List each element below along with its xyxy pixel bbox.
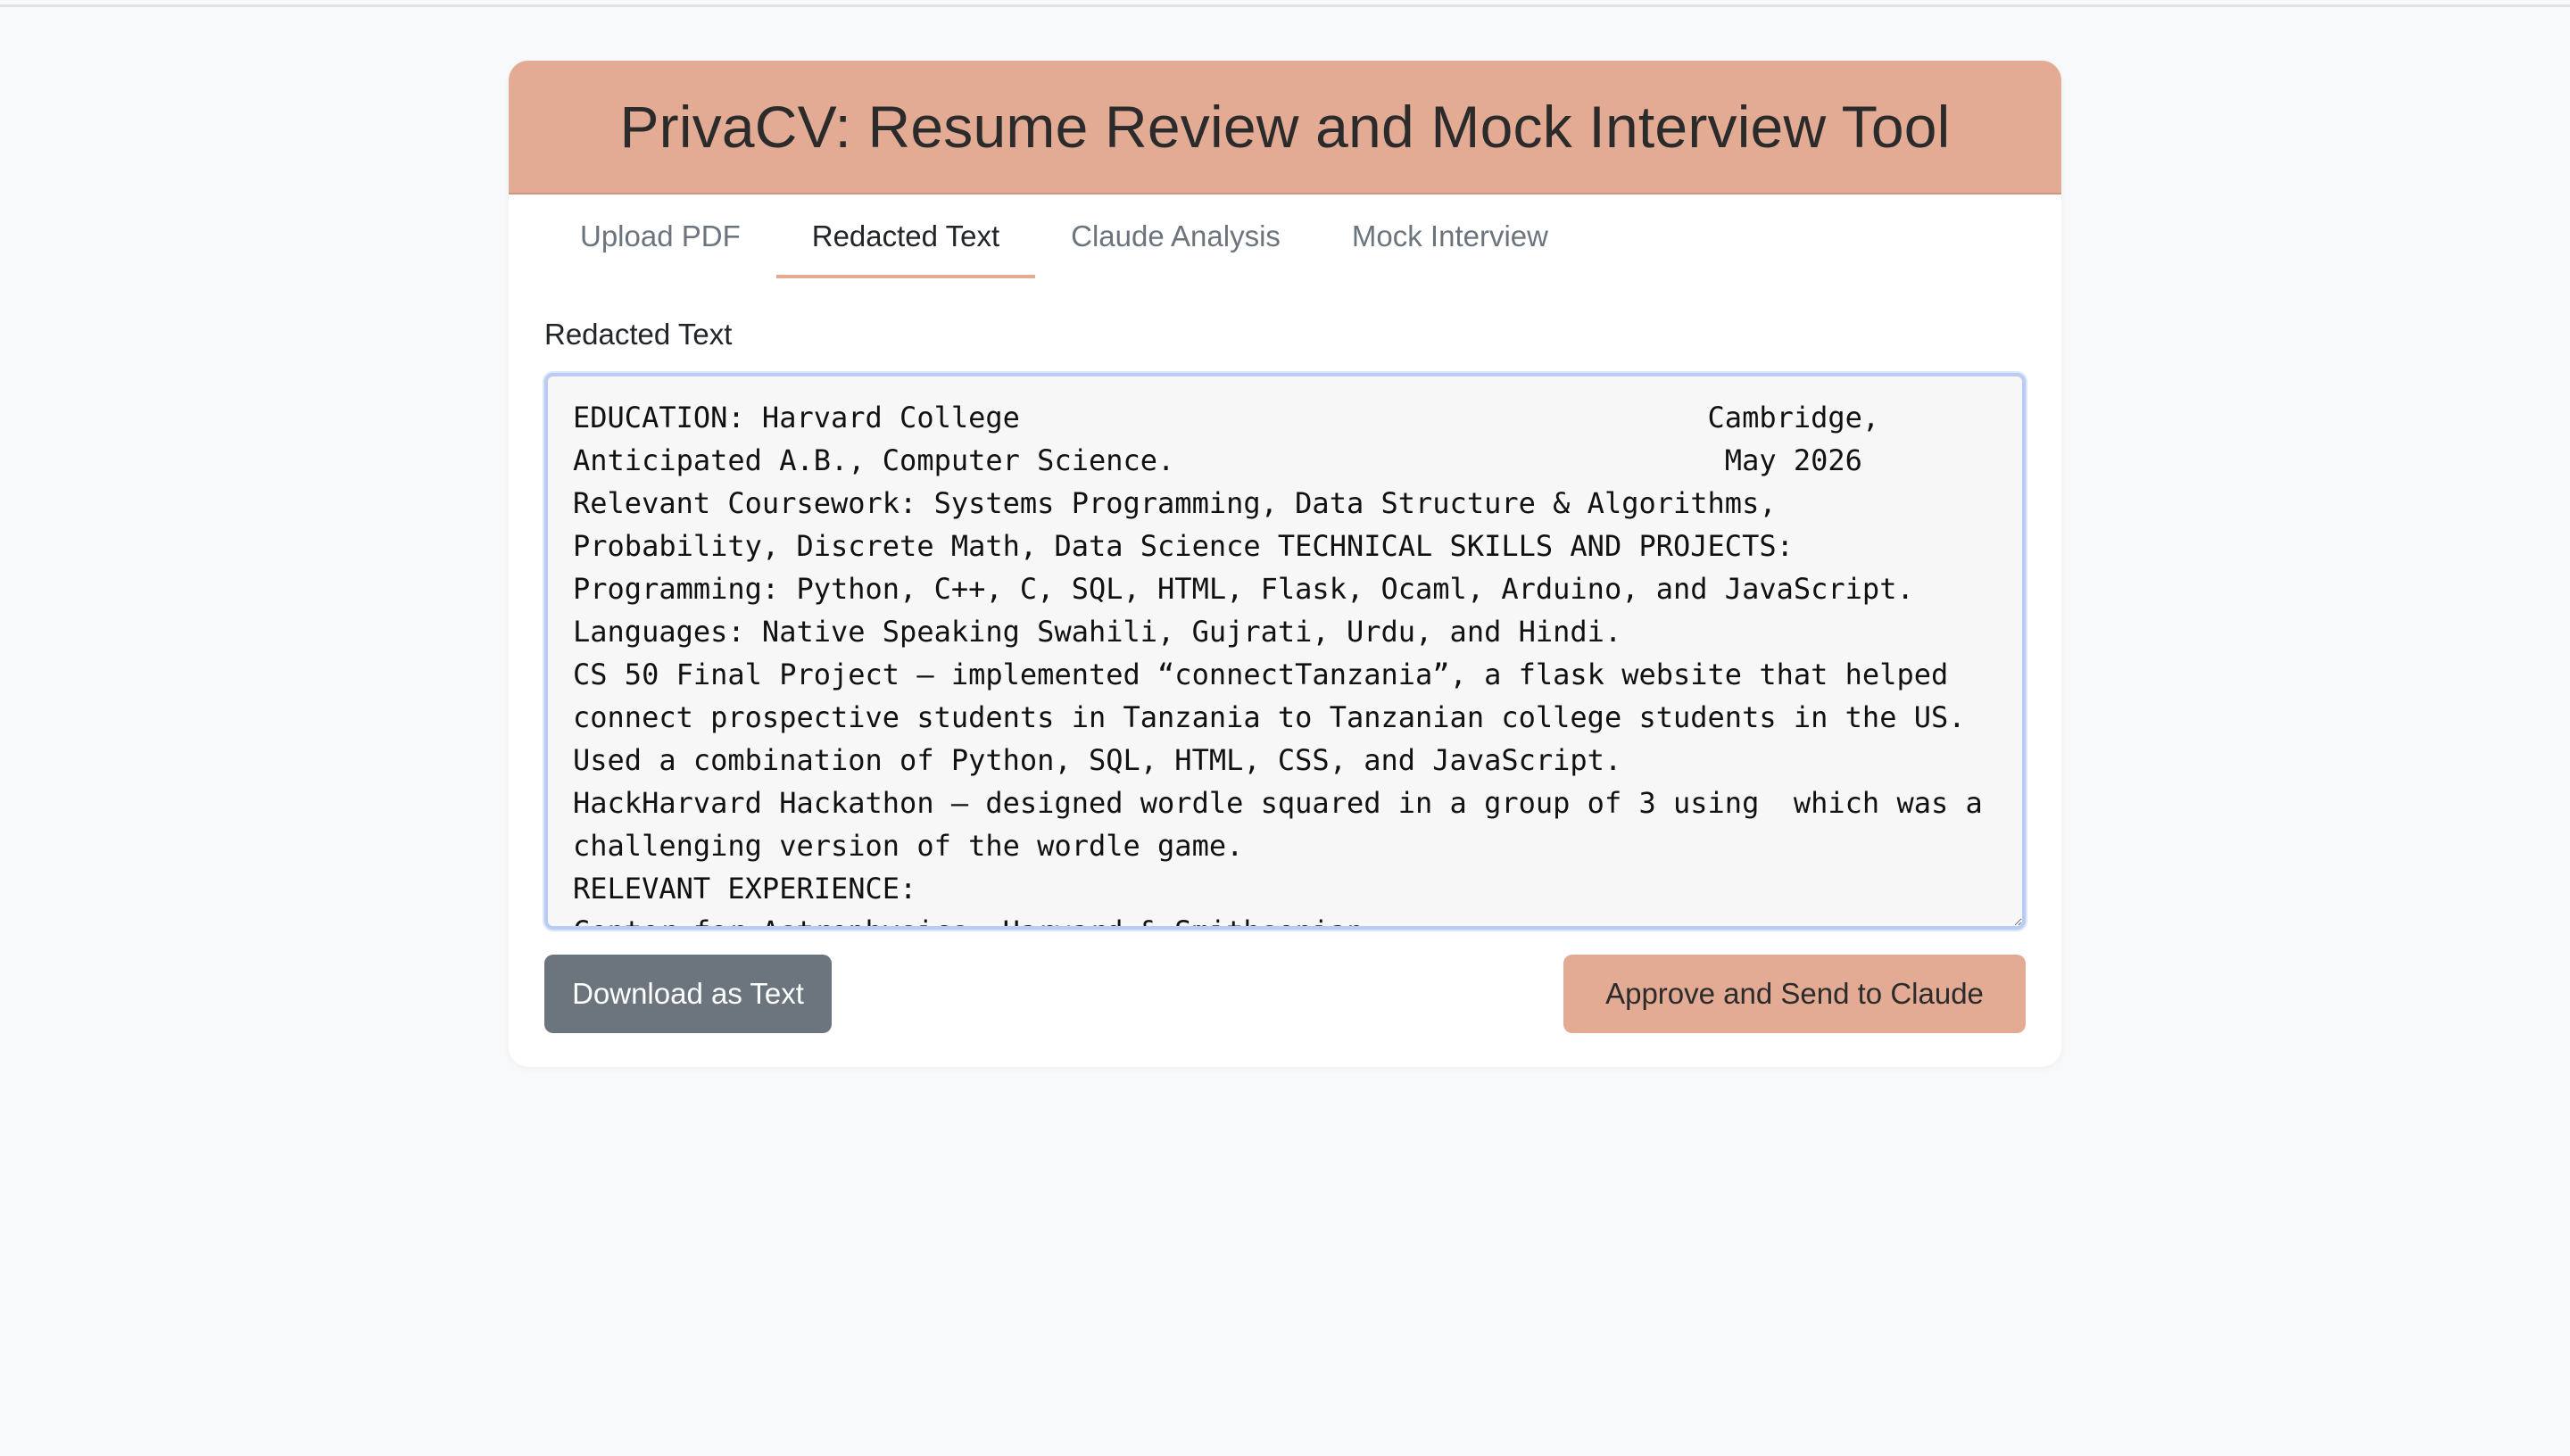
redacted-text-area[interactable]: EDUCATION: Harvard College Cambridge, An… [548,376,2022,926]
tab-mock-interview[interactable]: Mock Interview [1316,194,1584,278]
top-divider [0,0,2570,7]
action-bar: Download as Text Approve and Send to Cla… [544,955,2026,1033]
tab-content: Redacted Text EDUCATION: Harvard College… [509,278,2061,1033]
redacted-text-container: EDUCATION: Harvard College Cambridge, An… [544,373,2026,930]
main-card: PrivaCV: Resume Review and Mock Intervie… [509,61,2061,1067]
tab-bar: Upload PDF Redacted Text Claude Analysis… [509,194,2061,278]
tab-claude-analysis[interactable]: Claude Analysis [1035,194,1316,278]
approve-send-button[interactable]: Approve and Send to Claude [1563,955,2026,1033]
tab-redacted-text[interactable]: Redacted Text [775,194,1036,278]
redacted-text-label: Redacted Text [544,318,733,351]
app-header: PrivaCV: Resume Review and Mock Intervie… [509,61,2061,194]
download-text-button[interactable]: Download as Text [544,955,832,1033]
tab-upload-pdf[interactable]: Upload PDF [544,194,776,278]
app-title: PrivaCV: Resume Review and Mock Intervie… [619,94,1951,160]
